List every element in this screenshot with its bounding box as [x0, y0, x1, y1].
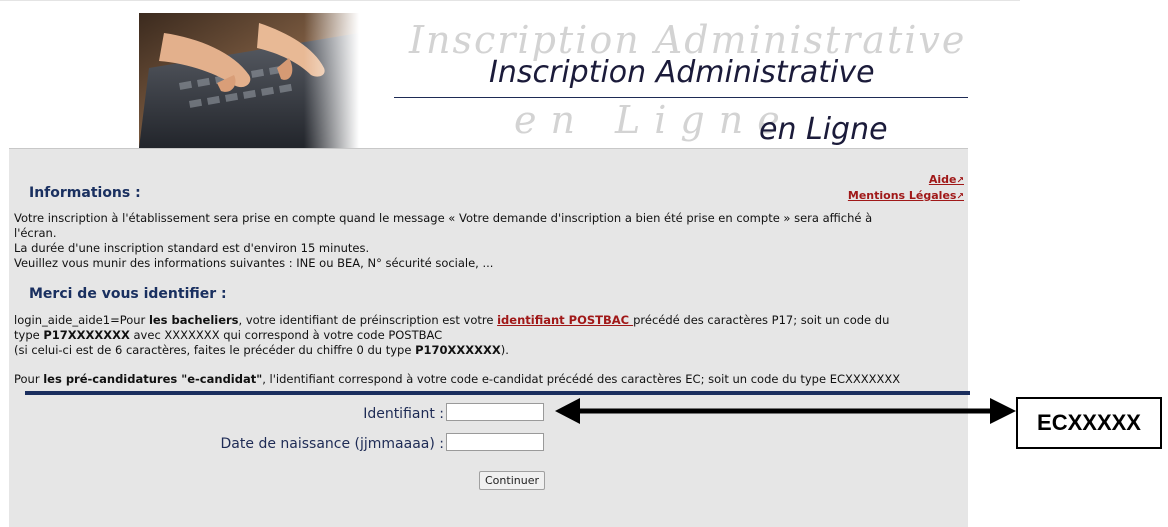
arrow-head-right-icon [990, 398, 1016, 424]
mentions-legales-link[interactable]: Mentions Légales↗ [848, 189, 964, 202]
postbac-identifier-link[interactable]: identifiant POSTBAC [497, 313, 633, 327]
external-link-icon: ↗ [956, 192, 964, 202]
identify-para-line2: type P17XXXXXXX avec XXXXXXX qui corresp… [14, 328, 443, 342]
identifiant-label: Identifiant : [363, 406, 444, 422]
info-text-line4: Veuillez vous munir des informations sui… [14, 256, 494, 270]
info-text-line2: l'écran. [14, 226, 57, 240]
keyboard-hands-image [139, 13, 359, 148]
identify-para-line3: (si celui-ci est de 6 caractères, faites… [14, 343, 509, 357]
informations-heading: Informations : [29, 185, 141, 201]
external-link-icon: ↗ [956, 176, 964, 186]
ecandidat-para: Pour les pré-candidatures "e-candidat", … [14, 372, 901, 386]
birth-date-label: Date de naissance (jjmmaaaa) : [220, 436, 444, 452]
banner-watermark-line2: en Ligne [514, 98, 794, 142]
aide-link[interactable]: Aide↗ [929, 173, 964, 186]
birth-date-input[interactable] [446, 433, 544, 451]
info-text-line1: Votre inscription à l'établissement sera… [14, 211, 873, 225]
annotation-callout: ECXXXXX [1016, 397, 1162, 449]
mentions-link-label: Mentions Légales [847, 189, 957, 202]
continuer-button[interactable]: Continuer [479, 471, 545, 490]
banner-divider [394, 97, 968, 98]
identifiant-input[interactable] [446, 403, 544, 421]
form-divider [25, 391, 970, 395]
banner-title-line1: Inscription Administrative [489, 55, 875, 90]
aide-link-label: Aide [928, 173, 957, 186]
identify-para-line1: login_aide_aide1=Pour les bacheliers, vo… [14, 313, 890, 327]
identify-heading: Merci de vous identifier : [29, 286, 227, 302]
banner-title-line2: en Ligne [759, 112, 888, 147]
page-container: Inscription Administrative en Ligne Insc… [9, 13, 970, 527]
info-text-line3: La durée d'une inscription standard est … [14, 241, 370, 255]
top-separator [0, 0, 1020, 1]
header-banner: Inscription Administrative en Ligne Insc… [9, 13, 968, 149]
